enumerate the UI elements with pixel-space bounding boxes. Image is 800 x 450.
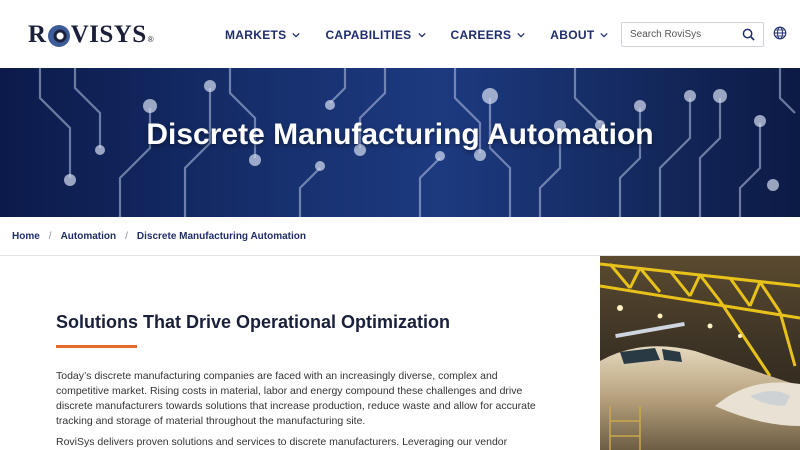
nav-capabilities-label: CAPABILITIES [325,28,412,42]
nav-careers[interactable]: CAREERS [451,28,526,42]
second-paragraph: RoviSys delivers proven solutions and se… [56,436,508,448]
chevron-down-icon [417,32,426,38]
section-title: Solutions That Drive Operational Optimiz… [56,312,451,332]
breadcrumb-separator: / [125,230,128,242]
chevron-down-icon [517,32,525,38]
chevron-down-icon [292,32,301,38]
breadcrumb-automation[interactable]: Automation [61,231,117,242]
registered-mark: ® [147,35,154,44]
nav-about-label: ABOUT [550,28,595,42]
aircraft-hangar-photo [600,256,800,450]
page-title: Discrete Manufacturing Automation [146,118,654,151]
logo-o-mark [47,25,70,48]
nav-about[interactable]: ABOUT [550,28,609,42]
search-icon[interactable] [738,25,758,45]
globe-icon[interactable] [773,26,787,40]
main-nav: MARKETS CAPABILITIES CAREERS ABOUT [225,28,633,42]
breadcrumb: Home / Automation / Discrete Manufacturi… [0,217,800,256]
breadcrumb-separator: / [48,230,52,242]
breadcrumb-current[interactable]: Discrete Manufacturing Automation [137,231,306,242]
main-content: Solutions That Drive Operational Optimiz… [56,256,546,450]
nav-capabilities[interactable]: CAPABILITIES [325,28,426,42]
rovisys-logo[interactable]: R VISYS ® [28,21,154,48]
chevron-down-icon [600,32,609,38]
hangar-illustration [600,256,800,450]
site-header: R VISYS ® MARKETS CAPABILITIES CAREERS AB… [0,0,800,68]
logo-wordmark: R VISYS [28,21,147,48]
search-box [621,22,764,47]
nav-careers-label: CAREERS [450,28,512,42]
title-underline [56,345,137,348]
hero-banner: Discrete Manufacturing Automation [0,68,800,217]
nav-markets-label: MARKETS [225,28,287,42]
nav-markets[interactable]: MARKETS [225,28,301,42]
breadcrumb-home[interactable]: Home [12,231,40,242]
search-input[interactable] [622,29,738,40]
intro-paragraph: Today’s discrete manufacturing companies… [56,370,536,427]
